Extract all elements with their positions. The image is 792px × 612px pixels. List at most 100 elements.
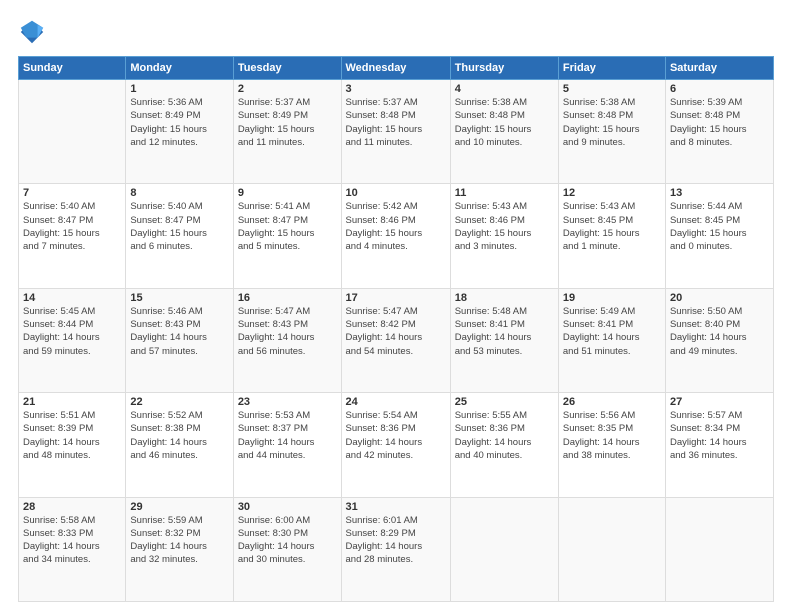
calendar-cell: 25Sunrise: 5:55 AM Sunset: 8:36 PM Dayli…	[450, 393, 558, 497]
day-header-wednesday: Wednesday	[341, 57, 450, 80]
day-info: Sunrise: 5:43 AM Sunset: 8:45 PM Dayligh…	[563, 200, 661, 253]
calendar-cell: 11Sunrise: 5:43 AM Sunset: 8:46 PM Dayli…	[450, 184, 558, 288]
day-number: 11	[455, 187, 554, 199]
calendar-cell: 27Sunrise: 5:57 AM Sunset: 8:34 PM Dayli…	[665, 393, 773, 497]
calendar-header-row: SundayMondayTuesdayWednesdayThursdayFrid…	[19, 57, 774, 80]
day-number: 25	[455, 396, 554, 408]
day-info: Sunrise: 5:39 AM Sunset: 8:48 PM Dayligh…	[670, 96, 769, 149]
day-header-friday: Friday	[558, 57, 665, 80]
day-header-thursday: Thursday	[450, 57, 558, 80]
calendar-cell: 5Sunrise: 5:38 AM Sunset: 8:48 PM Daylig…	[558, 80, 665, 184]
calendar-cell: 29Sunrise: 5:59 AM Sunset: 8:32 PM Dayli…	[126, 497, 233, 601]
calendar-cell: 6Sunrise: 5:39 AM Sunset: 8:48 PM Daylig…	[665, 80, 773, 184]
calendar-cell: 26Sunrise: 5:56 AM Sunset: 8:35 PM Dayli…	[558, 393, 665, 497]
week-row-3: 14Sunrise: 5:45 AM Sunset: 8:44 PM Dayli…	[19, 288, 774, 392]
day-info: Sunrise: 5:50 AM Sunset: 8:40 PM Dayligh…	[670, 305, 769, 358]
calendar-cell: 12Sunrise: 5:43 AM Sunset: 8:45 PM Dayli…	[558, 184, 665, 288]
day-number: 3	[346, 83, 446, 95]
calendar-cell	[450, 497, 558, 601]
calendar-cell: 23Sunrise: 5:53 AM Sunset: 8:37 PM Dayli…	[233, 393, 341, 497]
calendar-cell: 3Sunrise: 5:37 AM Sunset: 8:48 PM Daylig…	[341, 80, 450, 184]
day-number: 23	[238, 396, 337, 408]
day-info: Sunrise: 6:01 AM Sunset: 8:29 PM Dayligh…	[346, 514, 446, 567]
calendar-cell: 8Sunrise: 5:40 AM Sunset: 8:47 PM Daylig…	[126, 184, 233, 288]
day-number: 5	[563, 83, 661, 95]
calendar-cell: 31Sunrise: 6:01 AM Sunset: 8:29 PM Dayli…	[341, 497, 450, 601]
day-number: 16	[238, 292, 337, 304]
day-number: 8	[130, 187, 228, 199]
day-number: 15	[130, 292, 228, 304]
calendar-cell: 16Sunrise: 5:47 AM Sunset: 8:43 PM Dayli…	[233, 288, 341, 392]
calendar-cell: 15Sunrise: 5:46 AM Sunset: 8:43 PM Dayli…	[126, 288, 233, 392]
day-number: 13	[670, 187, 769, 199]
day-number: 12	[563, 187, 661, 199]
day-info: Sunrise: 5:47 AM Sunset: 8:43 PM Dayligh…	[238, 305, 337, 358]
day-info: Sunrise: 5:53 AM Sunset: 8:37 PM Dayligh…	[238, 409, 337, 462]
day-info: Sunrise: 5:45 AM Sunset: 8:44 PM Dayligh…	[23, 305, 121, 358]
calendar-cell: 10Sunrise: 5:42 AM Sunset: 8:46 PM Dayli…	[341, 184, 450, 288]
day-info: Sunrise: 5:37 AM Sunset: 8:49 PM Dayligh…	[238, 96, 337, 149]
day-header-saturday: Saturday	[665, 57, 773, 80]
logo-icon	[18, 18, 46, 46]
day-info: Sunrise: 5:58 AM Sunset: 8:33 PM Dayligh…	[23, 514, 121, 567]
day-number: 22	[130, 396, 228, 408]
calendar-cell: 4Sunrise: 5:38 AM Sunset: 8:48 PM Daylig…	[450, 80, 558, 184]
day-info: Sunrise: 6:00 AM Sunset: 8:30 PM Dayligh…	[238, 514, 337, 567]
day-info: Sunrise: 5:52 AM Sunset: 8:38 PM Dayligh…	[130, 409, 228, 462]
day-info: Sunrise: 5:47 AM Sunset: 8:42 PM Dayligh…	[346, 305, 446, 358]
day-info: Sunrise: 5:59 AM Sunset: 8:32 PM Dayligh…	[130, 514, 228, 567]
day-info: Sunrise: 5:44 AM Sunset: 8:45 PM Dayligh…	[670, 200, 769, 253]
day-info: Sunrise: 5:42 AM Sunset: 8:46 PM Dayligh…	[346, 200, 446, 253]
day-info: Sunrise: 5:38 AM Sunset: 8:48 PM Dayligh…	[563, 96, 661, 149]
day-number: 24	[346, 396, 446, 408]
day-info: Sunrise: 5:40 AM Sunset: 8:47 PM Dayligh…	[23, 200, 121, 253]
day-number: 20	[670, 292, 769, 304]
day-info: Sunrise: 5:55 AM Sunset: 8:36 PM Dayligh…	[455, 409, 554, 462]
calendar-cell: 13Sunrise: 5:44 AM Sunset: 8:45 PM Dayli…	[665, 184, 773, 288]
day-info: Sunrise: 5:54 AM Sunset: 8:36 PM Dayligh…	[346, 409, 446, 462]
calendar-cell: 30Sunrise: 6:00 AM Sunset: 8:30 PM Dayli…	[233, 497, 341, 601]
calendar-cell: 14Sunrise: 5:45 AM Sunset: 8:44 PM Dayli…	[19, 288, 126, 392]
day-info: Sunrise: 5:49 AM Sunset: 8:41 PM Dayligh…	[563, 305, 661, 358]
day-number: 6	[670, 83, 769, 95]
calendar-cell	[665, 497, 773, 601]
logo	[18, 18, 50, 46]
day-info: Sunrise: 5:51 AM Sunset: 8:39 PM Dayligh…	[23, 409, 121, 462]
calendar-cell: 17Sunrise: 5:47 AM Sunset: 8:42 PM Dayli…	[341, 288, 450, 392]
day-number: 14	[23, 292, 121, 304]
day-number: 26	[563, 396, 661, 408]
week-row-4: 21Sunrise: 5:51 AM Sunset: 8:39 PM Dayli…	[19, 393, 774, 497]
calendar-cell: 21Sunrise: 5:51 AM Sunset: 8:39 PM Dayli…	[19, 393, 126, 497]
calendar-cell: 19Sunrise: 5:49 AM Sunset: 8:41 PM Dayli…	[558, 288, 665, 392]
calendar-table: SundayMondayTuesdayWednesdayThursdayFrid…	[18, 56, 774, 602]
page: SundayMondayTuesdayWednesdayThursdayFrid…	[0, 0, 792, 612]
calendar-cell: 7Sunrise: 5:40 AM Sunset: 8:47 PM Daylig…	[19, 184, 126, 288]
day-number: 1	[130, 83, 228, 95]
day-number: 9	[238, 187, 337, 199]
day-number: 17	[346, 292, 446, 304]
day-header-tuesday: Tuesday	[233, 57, 341, 80]
day-number: 27	[670, 396, 769, 408]
day-number: 30	[238, 501, 337, 513]
calendar-cell: 9Sunrise: 5:41 AM Sunset: 8:47 PM Daylig…	[233, 184, 341, 288]
day-info: Sunrise: 5:40 AM Sunset: 8:47 PM Dayligh…	[130, 200, 228, 253]
day-number: 29	[130, 501, 228, 513]
day-number: 28	[23, 501, 121, 513]
day-info: Sunrise: 5:37 AM Sunset: 8:48 PM Dayligh…	[346, 96, 446, 149]
week-row-1: 1Sunrise: 5:36 AM Sunset: 8:49 PM Daylig…	[19, 80, 774, 184]
day-info: Sunrise: 5:57 AM Sunset: 8:34 PM Dayligh…	[670, 409, 769, 462]
calendar-cell: 28Sunrise: 5:58 AM Sunset: 8:33 PM Dayli…	[19, 497, 126, 601]
calendar-cell: 22Sunrise: 5:52 AM Sunset: 8:38 PM Dayli…	[126, 393, 233, 497]
day-info: Sunrise: 5:38 AM Sunset: 8:48 PM Dayligh…	[455, 96, 554, 149]
calendar-cell: 1Sunrise: 5:36 AM Sunset: 8:49 PM Daylig…	[126, 80, 233, 184]
day-number: 31	[346, 501, 446, 513]
day-number: 2	[238, 83, 337, 95]
day-number: 10	[346, 187, 446, 199]
day-info: Sunrise: 5:56 AM Sunset: 8:35 PM Dayligh…	[563, 409, 661, 462]
day-header-sunday: Sunday	[19, 57, 126, 80]
day-info: Sunrise: 5:43 AM Sunset: 8:46 PM Dayligh…	[455, 200, 554, 253]
calendar-cell	[19, 80, 126, 184]
week-row-2: 7Sunrise: 5:40 AM Sunset: 8:47 PM Daylig…	[19, 184, 774, 288]
day-number: 4	[455, 83, 554, 95]
day-number: 19	[563, 292, 661, 304]
